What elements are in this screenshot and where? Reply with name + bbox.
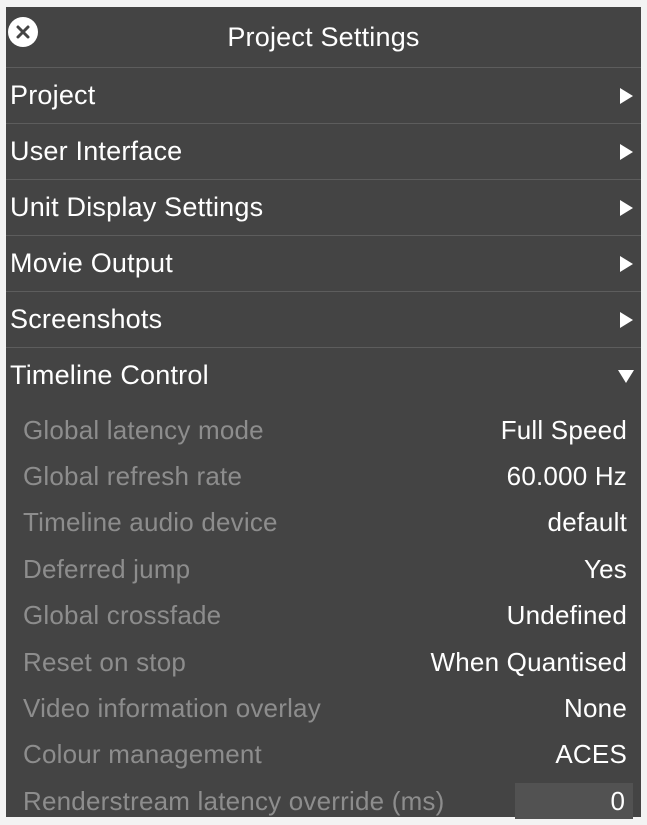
setting-row-reset-on-stop[interactable]: Reset on stop When Quantised (6, 639, 641, 685)
setting-value[interactable]: 60.000 Hz (507, 461, 627, 492)
project-settings-panel: Project Settings Project User Interface … (6, 7, 641, 820)
section-label: Movie Output (10, 248, 173, 278)
section-label: Timeline Control (10, 360, 209, 390)
setting-label: Global latency mode (23, 414, 264, 445)
chevron-right-icon (615, 309, 637, 331)
setting-label: Global crossfade (23, 600, 222, 631)
title-bar: Project Settings (6, 7, 641, 67)
setting-row-global-crossfade[interactable]: Global crossfade Undefined (6, 593, 641, 639)
setting-row-global-latency-mode[interactable]: Global latency mode Full Speed (6, 407, 641, 453)
setting-row-timeline-audio-device[interactable]: Timeline audio device default (6, 500, 641, 546)
section-label: User Interface (10, 136, 183, 166)
section-project[interactable]: Project (6, 68, 641, 123)
section-label: Project (10, 80, 96, 110)
setting-value[interactable]: When Quantised (431, 647, 627, 678)
setting-label: Reset on stop (23, 646, 187, 677)
setting-row-global-refresh-rate[interactable]: Global refresh rate 60.000 Hz (6, 453, 641, 499)
section-timeline-control[interactable]: Timeline Control (6, 348, 641, 403)
chevron-right-icon (615, 253, 637, 275)
section-movie-output[interactable]: Movie Output (6, 236, 641, 291)
section-user-interface[interactable]: User Interface (6, 124, 641, 179)
section-label: Screenshots (10, 304, 163, 334)
setting-value[interactable]: Yes (584, 554, 627, 585)
setting-label: Video information overlay (23, 693, 321, 724)
setting-value[interactable]: default (548, 507, 627, 538)
close-icon (16, 25, 30, 39)
setting-label: Colour management (23, 739, 262, 770)
setting-value[interactable]: Undefined (507, 600, 627, 631)
setting-row-colour-management[interactable]: Colour management ACES (6, 732, 641, 778)
section-unit-display-settings[interactable]: Unit Display Settings (6, 180, 641, 235)
section-screenshots[interactable]: Screenshots (6, 292, 641, 347)
setting-label: Timeline audio device (23, 507, 278, 538)
close-button[interactable] (8, 17, 38, 47)
setting-row-renderstream-latency-override: Renderstream latency override (ms) 0 (6, 778, 641, 824)
chevron-right-icon (615, 141, 637, 163)
setting-label: Deferred jump (23, 553, 191, 584)
chevron-down-icon (615, 365, 637, 387)
section-label: Unit Display Settings (10, 192, 264, 222)
setting-value[interactable]: None (564, 693, 627, 724)
setting-row-video-information-overlay[interactable]: Video information overlay None (6, 685, 641, 731)
setting-row-deferred-jump[interactable]: Deferred jump Yes (6, 546, 641, 592)
setting-value[interactable]: Full Speed (501, 415, 627, 446)
window-title: Project Settings (227, 21, 420, 52)
timeline-control-settings: Global latency mode Full Speed Global re… (6, 403, 641, 825)
setting-label: Renderstream latency override (ms) (23, 785, 445, 816)
latency-override-input[interactable]: 0 (515, 783, 633, 820)
chevron-right-icon (615, 197, 637, 219)
setting-label: Global refresh rate (23, 461, 243, 492)
setting-value[interactable]: ACES (555, 739, 627, 770)
chevron-right-icon (615, 85, 637, 107)
